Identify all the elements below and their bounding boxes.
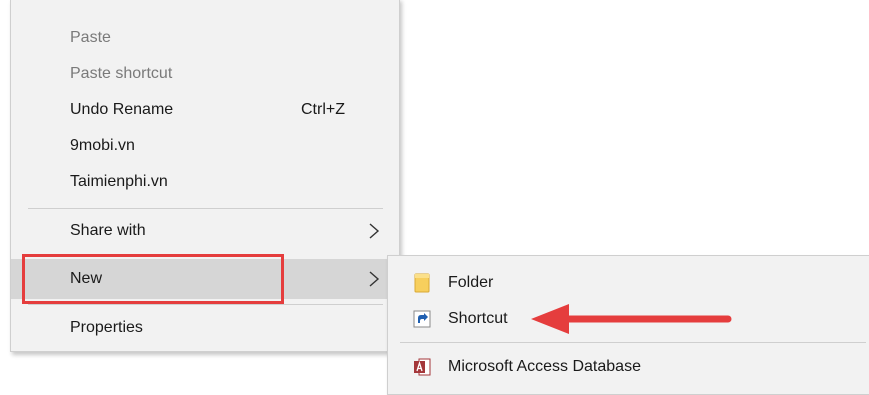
menu-item-paste[interactable]: Paste — [11, 20, 399, 56]
menu-separator — [28, 208, 383, 209]
submenu-item-label: Microsoft Access Database — [448, 358, 641, 375]
menu-item-label: 9mobi.vn — [70, 137, 135, 154]
menu-item-label: Paste shortcut — [70, 65, 173, 82]
chevron-right-icon — [369, 223, 380, 239]
menu-item-label: Share with — [70, 222, 146, 239]
shortcut-key-label: Ctrl+Z — [301, 101, 345, 118]
menu-item-properties[interactable]: Properties — [11, 310, 399, 346]
chevron-right-icon — [369, 271, 380, 287]
menu-item-share-with[interactable]: Share with — [11, 213, 399, 249]
menu-item-label: Taimienphi.vn — [70, 173, 168, 190]
menu-item-undo-rename[interactable]: Undo Rename Ctrl+Z — [11, 92, 399, 128]
menu-item-label: Properties — [70, 319, 143, 336]
menu-item-label: Undo Rename — [70, 101, 174, 118]
menu-item-label: Paste — [70, 29, 111, 46]
shortcut-icon — [413, 310, 431, 328]
menu-separator — [28, 304, 383, 305]
submenu-item-access-database[interactable]: Microsoft Access Database — [388, 348, 868, 386]
menu-item-paste-shortcut[interactable]: Paste shortcut — [11, 56, 399, 92]
menu-item-taimienphi[interactable]: Taimienphi.vn — [11, 164, 399, 200]
access-icon — [414, 358, 431, 376]
annotation-arrow-icon — [531, 304, 732, 334]
submenu-item-folder[interactable]: Folder — [388, 264, 868, 302]
submenu-item-label: Shortcut — [448, 310, 508, 327]
annotation-highlight-box — [22, 254, 284, 304]
menu-item-9mobi[interactable]: 9mobi.vn — [11, 128, 399, 164]
submenu-item-label: Folder — [448, 274, 494, 291]
submenu-separator — [400, 342, 866, 343]
folder-icon — [414, 273, 430, 293]
